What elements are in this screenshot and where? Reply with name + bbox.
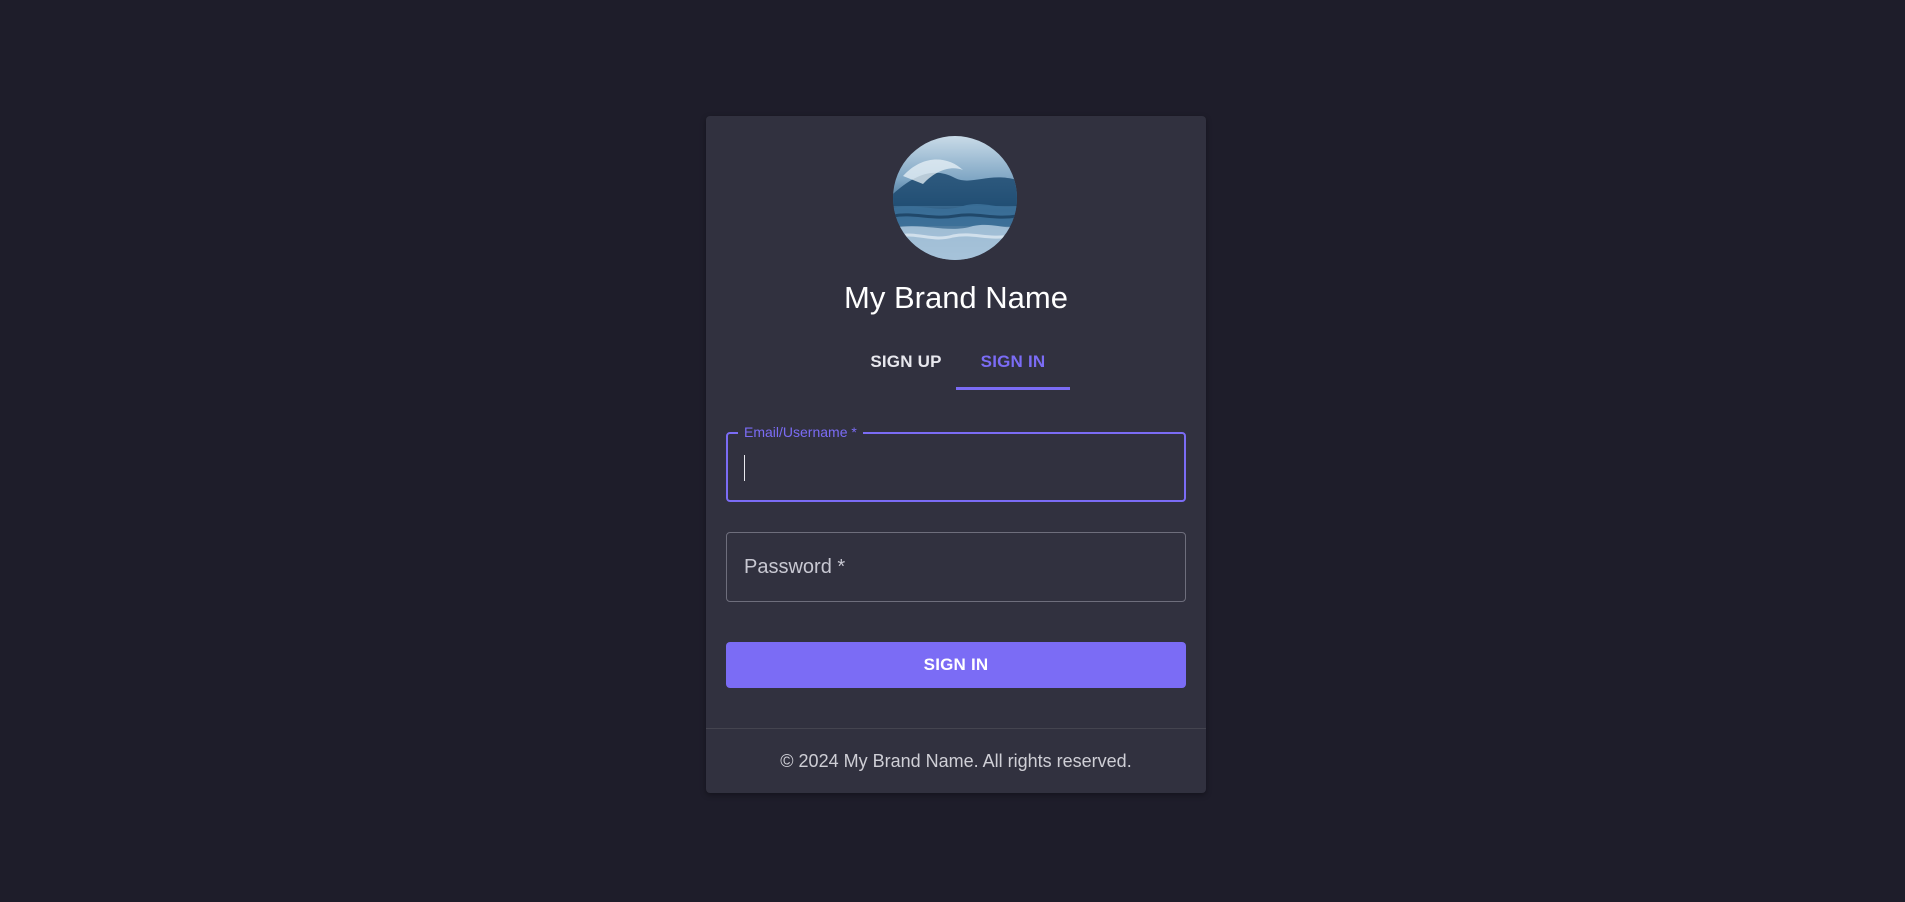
password-field-label: Password * bbox=[744, 556, 846, 578]
login-card: My Brand Name SIGN UP SIGN IN Email/User… bbox=[706, 116, 1206, 793]
password-field[interactable]: Password * bbox=[726, 532, 1186, 602]
auth-tabs: SIGN UP SIGN IN bbox=[706, 334, 1206, 390]
brand-avatar bbox=[893, 136, 1017, 260]
email-input[interactable] bbox=[744, 434, 1164, 500]
footer-copyright: © 2024 My Brand Name. All rights reserve… bbox=[780, 751, 1132, 771]
tab-sign-in[interactable]: SIGN IN bbox=[956, 334, 1070, 390]
ocean-wave-icon bbox=[893, 136, 1017, 260]
active-tab-indicator bbox=[956, 387, 1070, 390]
email-field[interactable]: Email/Username * bbox=[726, 424, 1186, 502]
sign-in-button[interactable]: SIGN IN bbox=[726, 642, 1186, 688]
tab-sign-up[interactable]: SIGN UP bbox=[852, 334, 960, 390]
brand-name: My Brand Name bbox=[844, 280, 1068, 315]
